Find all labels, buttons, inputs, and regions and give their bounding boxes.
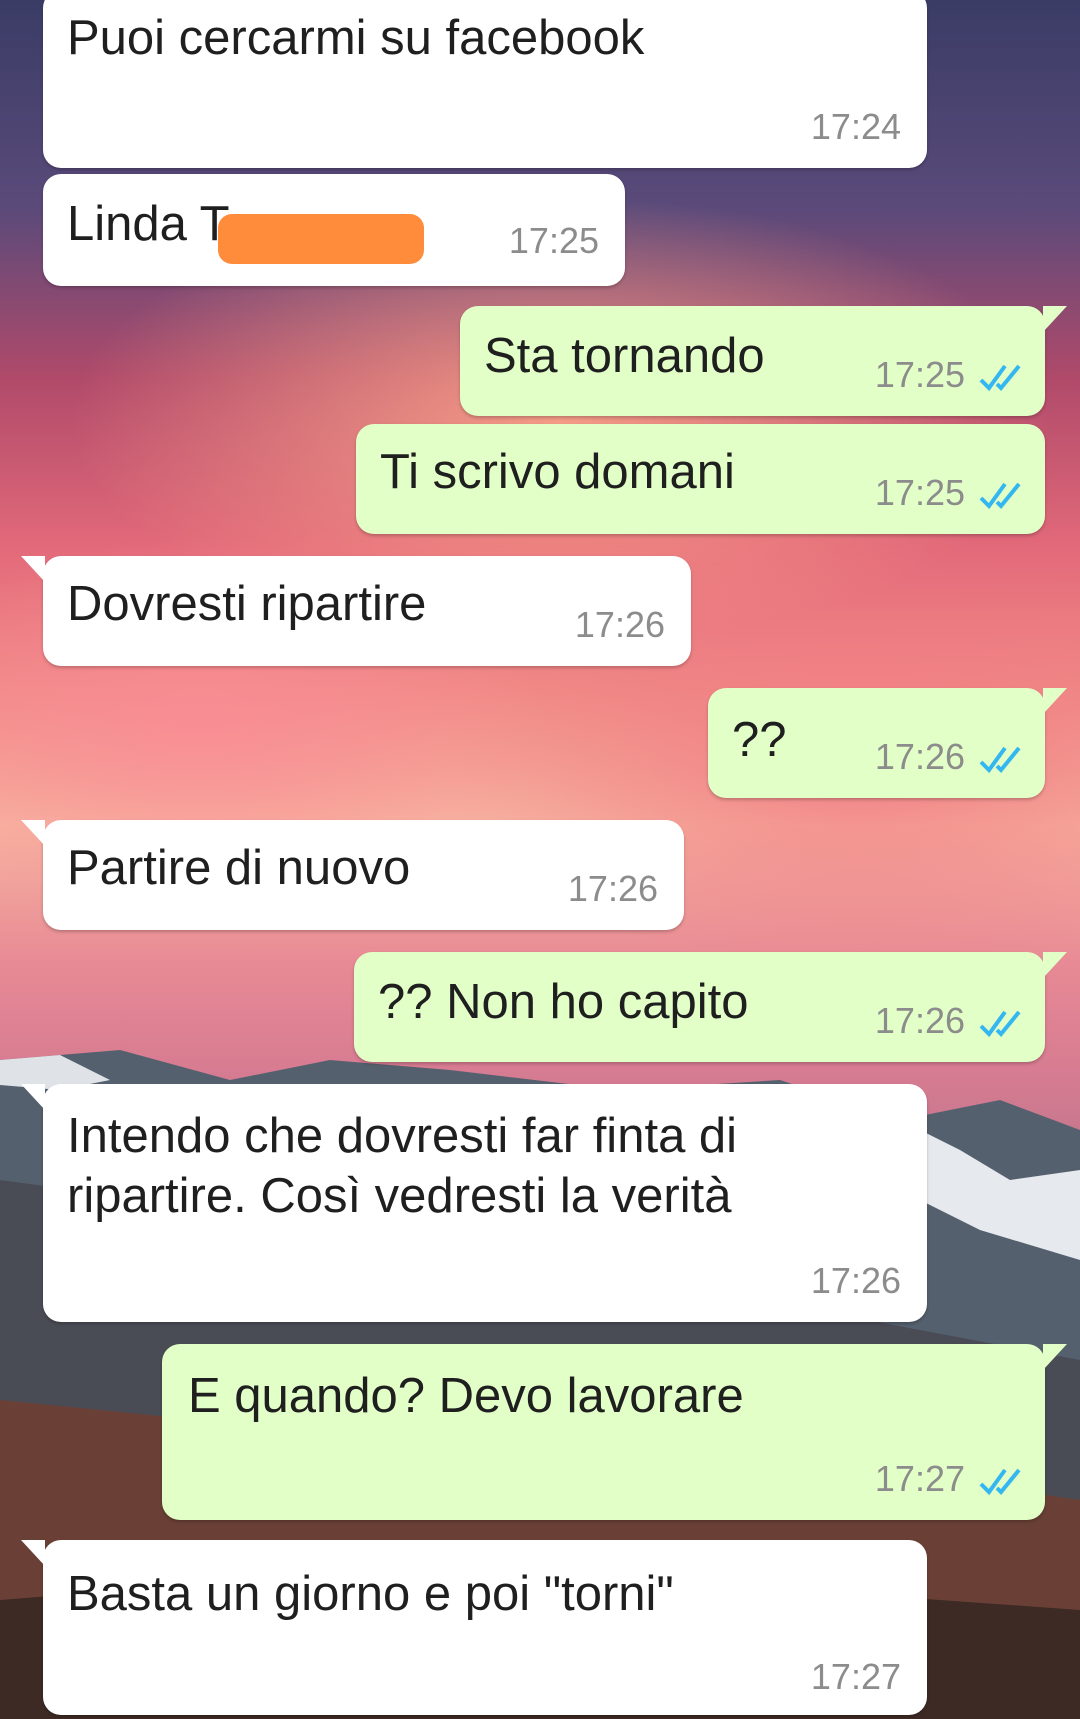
- message-text: Sta tornando: [484, 329, 765, 383]
- message-text: Intendo che dovresti far finta di ripart…: [67, 1109, 738, 1223]
- double-check-icon: [979, 1010, 1021, 1038]
- message-time: 17:26: [874, 736, 965, 777]
- message-time: 17:26: [810, 1260, 901, 1301]
- message-text: E quando? Devo lavorare: [188, 1369, 744, 1423]
- message-text: ?? Non ho capito: [378, 975, 749, 1029]
- message-time: 17:26: [567, 868, 658, 909]
- double-check-icon: [979, 482, 1021, 510]
- message-text: Dovresti ripartire: [67, 577, 427, 631]
- message-bubble-outgoing[interactable]: E quando? Devo lavorare 17:27: [162, 1344, 1067, 1520]
- message-bubble-incoming[interactable]: Linda T 17:25: [43, 174, 625, 286]
- message-bubble-outgoing[interactable]: Sta tornando 17:25: [460, 306, 1067, 416]
- message-time: 17:25: [874, 472, 965, 513]
- message-bubble-outgoing[interactable]: ?? Non ho capito 17:26: [354, 952, 1067, 1062]
- message-bubble-incoming[interactable]: Partire di nuovo 17:26: [21, 820, 684, 930]
- message-time: 17:26: [574, 604, 665, 645]
- message-text: ??: [732, 713, 787, 767]
- double-check-icon: [979, 364, 1021, 392]
- message-time: 17:25: [874, 354, 965, 395]
- message-text: Basta un giorno e poi "torni": [67, 1567, 674, 1621]
- message-text: Partire di nuovo: [67, 841, 411, 895]
- double-check-icon: [979, 1468, 1021, 1496]
- message-bubble-outgoing[interactable]: Ti scrivo domani 17:25: [356, 424, 1045, 534]
- message-time: 17:25: [508, 220, 599, 261]
- message-bubble-incoming[interactable]: Dovresti ripartire 17:26: [21, 556, 691, 666]
- message-bubble-incoming[interactable]: Intendo che dovresti far finta di ripart…: [21, 1084, 927, 1322]
- double-check-icon: [979, 746, 1021, 774]
- message-time: 17:24: [810, 106, 901, 147]
- message-bubble-outgoing[interactable]: ?? 17:26: [708, 688, 1067, 798]
- message-bubble-incoming[interactable]: Puoi cercarmi su facebook 17:24: [43, 0, 927, 168]
- message-time: 17:27: [874, 1458, 965, 1499]
- message-time: 17:27: [810, 1656, 901, 1697]
- message-time: 17:26: [874, 1000, 965, 1041]
- message-text: Ti scrivo domani: [380, 445, 735, 499]
- redaction-overlay: [218, 214, 424, 264]
- message-text: Linda T: [67, 197, 230, 251]
- message-text: Puoi cercarmi su facebook: [67, 11, 645, 65]
- message-bubble-incoming[interactable]: Basta un giorno e poi "torni" 17:27: [21, 1540, 927, 1715]
